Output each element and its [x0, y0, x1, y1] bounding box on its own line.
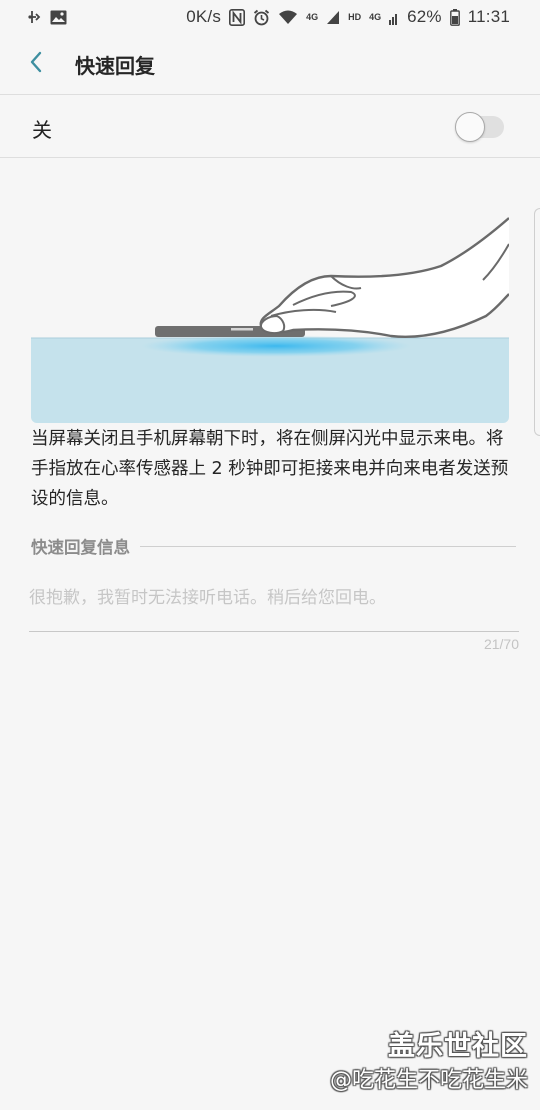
alarm-icon	[253, 9, 270, 26]
back-button[interactable]	[20, 48, 52, 80]
network-speed: 0K/s	[186, 7, 222, 26]
screen: 0K/s 4G HD 4G 62% 11:31 快速回复 关 当屏幕关闭且手机屏…	[0, 0, 540, 1110]
signal-icon	[389, 10, 399, 25]
nfc-icon	[229, 8, 246, 26]
watermark-logo: 盖乐世社区	[388, 1031, 528, 1062]
character-counter: 21/70	[483, 636, 519, 652]
switch-label: 关	[32, 118, 52, 142]
call-forward-icon	[28, 9, 42, 25]
status-bar: 0K/s 4G HD 4G 62% 11:31	[0, 0, 540, 34]
network-type-2: 4G	[369, 12, 382, 22]
section-divider	[140, 545, 516, 547]
toggle-switch[interactable]	[455, 112, 485, 142]
network-type-1: 4G	[306, 12, 319, 22]
feature-description: 当屏幕关闭且手机屏幕朝下时，将在侧屏闪光中显示来电。将手指放在心率传感器上 2 …	[31, 429, 509, 509]
status-right: 0K/s 4G HD 4G 62% 11:31	[186, 7, 510, 27]
hd-tag: HD	[348, 12, 362, 22]
image-icon	[50, 10, 67, 25]
status-left	[28, 9, 67, 25]
app-bar: 快速回复	[0, 34, 540, 94]
battery-icon	[449, 8, 460, 26]
battery-percent: 62%	[407, 7, 442, 26]
page-title: 快速回复	[75, 54, 155, 78]
quick-reply-illustration	[31, 178, 509, 423]
chevron-left-icon	[29, 51, 43, 77]
edge-panel-handle[interactable]	[534, 208, 540, 436]
quick-reply-message-input[interactable]: 很抱歉，我暂时无法接听电话。稍后给您回电。	[29, 583, 519, 611]
section-header: 快速回复信息	[31, 534, 516, 558]
signal-icon	[326, 10, 340, 25]
wifi-icon	[278, 9, 298, 25]
input-underline	[29, 631, 519, 632]
clock: 11:31	[467, 7, 510, 26]
section-title: 快速回复信息	[31, 538, 130, 557]
divider	[0, 157, 540, 158]
watermark-username: @吃花生不吃花生米	[329, 1068, 528, 1093]
